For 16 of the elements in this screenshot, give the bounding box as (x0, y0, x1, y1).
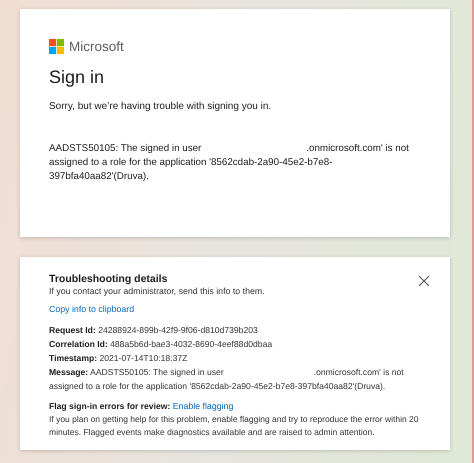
page-title: Sign in (49, 67, 106, 88)
copy-link[interactable]: Copy info to clipboard (49, 304, 134, 314)
intro-text: If you contact your administrator, send this info to them. (49, 285, 266, 298)
subtitle: Sorry, but we’re having trouble with signing you in. (49, 101, 272, 112)
flag-label: Flag sign-in errors for review: (49, 400, 170, 410)
detail-line: Correlation Id: 488a5b6d-bae3-4032-8690-4eef88d0dbaa (49, 338, 274, 350)
detail-line: Timestamp: 2021-07-14T10:18:37Z (49, 352, 188, 364)
flag-text: If you plan on getting help for this problem, enable flagging and try to reproduce the error within 20 minutes. Flagged events make diagnostics available and are raised to admin attention. (49, 412, 420, 439)
error-message: AADSTS50105: The signed in user .onmicrosoft.com' is not assigned to a role for the application '8562cdab-2a90-45e2-b7e8-397bfa40aa82'(Druva). (49, 142, 410, 184)
section-title: Troubleshooting details (49, 273, 168, 285)
close-button[interactable] (418, 275, 430, 287)
detail-line: Request Id: 24288924-899b-42f9-9f06-d810d739b203 (49, 324, 259, 336)
logo-icon (49, 39, 64, 54)
detail-line: Message: AADSTS50105: The signed in user .onmicrosoft.com' is not assigned to a role for the application '8562cdab-2a90-45e2-b7e8-397bfa40aa82'(Druva). (49, 366, 405, 392)
brand-name: Microsoft (69, 39, 124, 54)
enable-flagging-link[interactable]: Enable flagging (172, 400, 234, 410)
